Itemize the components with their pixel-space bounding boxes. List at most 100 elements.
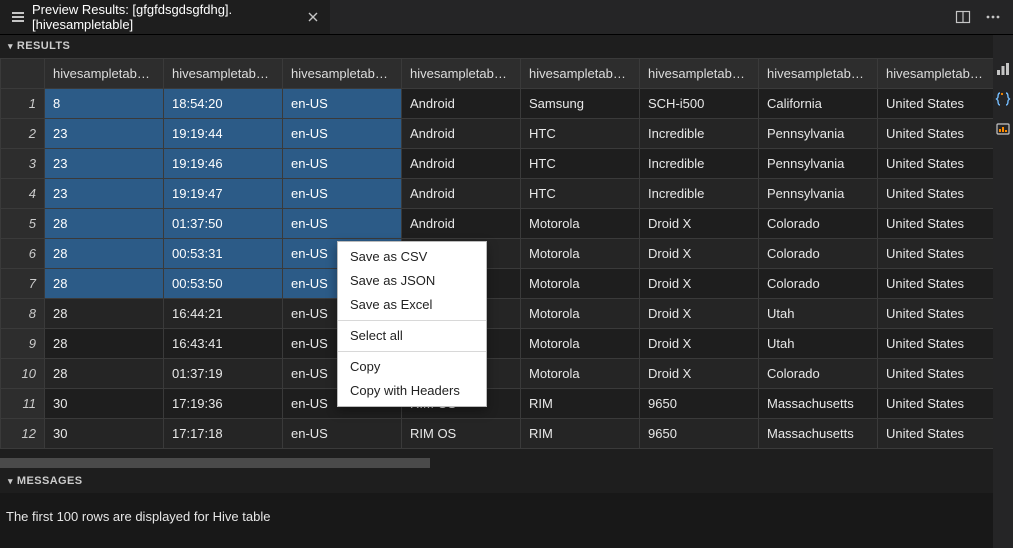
table-row[interactable]: 113017:19:36en-USRIM OSRIM9650Massachuse… [1,389,994,419]
data-cell[interactable]: 01:37:50 [164,209,283,239]
data-cell[interactable]: Motorola [521,209,640,239]
data-cell[interactable]: 8 [45,89,164,119]
data-cell[interactable]: Droid X [640,329,759,359]
data-cell[interactable]: 01:37:19 [164,359,283,389]
data-cell[interactable]: Motorola [521,359,640,389]
data-cell[interactable]: Incredible [640,149,759,179]
data-cell[interactable]: 16:44:21 [164,299,283,329]
data-cell[interactable]: 28 [45,359,164,389]
table-row[interactable]: 1818:54:20en-USAndroidSamsungSCH-i500Cal… [1,89,994,119]
row-number-cell[interactable]: 9 [1,329,45,359]
row-number-cell[interactable]: 3 [1,149,45,179]
data-cell[interactable]: 16:43:41 [164,329,283,359]
data-cell[interactable]: en-US [283,149,402,179]
data-cell[interactable]: 28 [45,269,164,299]
column-header[interactable]: hivesampletab… [759,59,878,89]
data-cell[interactable]: 19:19:46 [164,149,283,179]
column-header[interactable]: hivesampletab… [45,59,164,89]
data-cell[interactable]: Motorola [521,239,640,269]
row-number-cell[interactable]: 7 [1,269,45,299]
data-cell[interactable]: Colorado [759,269,878,299]
column-header[interactable]: hivesampletab… [402,59,521,89]
data-cell[interactable]: Colorado [759,209,878,239]
data-cell[interactable]: Utah [759,329,878,359]
data-cell[interactable]: en-US [283,89,402,119]
table-row[interactable]: 52801:37:50en-USAndroidMotorolaDroid XCo… [1,209,994,239]
data-cell[interactable]: Droid X [640,269,759,299]
column-header[interactable]: hivesampletab… [640,59,759,89]
data-cell[interactable]: United States [878,269,994,299]
chart-viewer-icon[interactable] [993,59,1013,79]
data-cell[interactable]: Droid X [640,239,759,269]
data-cell[interactable]: 00:53:31 [164,239,283,269]
data-cell[interactable]: United States [878,239,994,269]
data-cell[interactable]: Motorola [521,329,640,359]
row-number-cell[interactable]: 1 [1,89,45,119]
data-cell[interactable]: RIM [521,419,640,449]
row-number-cell[interactable]: 11 [1,389,45,419]
data-cell[interactable]: 9650 [640,389,759,419]
data-cell[interactable]: 18:54:20 [164,89,283,119]
context-menu-item[interactable]: Save as Excel [338,293,486,317]
data-cell[interactable]: Android [402,89,521,119]
data-cell[interactable]: 23 [45,119,164,149]
data-cell[interactable]: Massachusetts [759,389,878,419]
data-cell[interactable]: Incredible [640,179,759,209]
column-header[interactable]: hivesampletab… [521,59,640,89]
data-cell[interactable]: 30 [45,389,164,419]
data-cell[interactable]: Android [402,209,521,239]
split-editor-icon[interactable] [955,9,971,25]
data-cell[interactable]: California [759,89,878,119]
table-row[interactable]: 72800:53:50en-USAndroidMotorolaDroid XCo… [1,269,994,299]
data-cell[interactable]: Droid X [640,209,759,239]
table-row[interactable]: 62800:53:31en-USAndroidMotorolaDroid XCo… [1,239,994,269]
json-view-icon[interactable] [993,89,1013,109]
context-menu-item[interactable]: Copy [338,355,486,379]
data-cell[interactable]: Samsung [521,89,640,119]
row-number-cell[interactable]: 5 [1,209,45,239]
data-cell[interactable]: en-US [283,209,402,239]
data-cell[interactable]: 28 [45,329,164,359]
table-row[interactable]: 22319:19:44en-USAndroidHTCIncrediblePenn… [1,119,994,149]
messages-section-header[interactable]: ▾ MESSAGES [0,470,993,493]
context-menu-item[interactable]: Save as JSON [338,269,486,293]
data-cell[interactable]: en-US [283,419,402,449]
row-number-cell[interactable]: 4 [1,179,45,209]
more-actions-icon[interactable] [985,9,1001,25]
column-header[interactable]: hivesampletab… [878,59,994,89]
data-cell[interactable]: United States [878,299,994,329]
data-cell[interactable]: 23 [45,149,164,179]
data-cell[interactable]: Android [402,179,521,209]
data-cell[interactable]: en-US [283,119,402,149]
data-cell[interactable]: United States [878,419,994,449]
row-number-cell[interactable]: 6 [1,239,45,269]
row-number-cell[interactable]: 12 [1,419,45,449]
column-header[interactable]: hivesampletab… [164,59,283,89]
data-cell[interactable]: United States [878,119,994,149]
table-row[interactable]: 102801:37:19en-USAndroidMotorolaDroid XC… [1,359,994,389]
data-cell[interactable]: Droid X [640,359,759,389]
data-cell[interactable]: Motorola [521,299,640,329]
data-cell[interactable]: Utah [759,299,878,329]
data-cell[interactable]: Incredible [640,119,759,149]
data-cell[interactable]: HTC [521,119,640,149]
visualizer-icon[interactable] [993,119,1013,139]
context-menu-item[interactable]: Copy with Headers [338,379,486,403]
close-tab-button[interactable] [306,9,320,25]
data-cell[interactable]: Colorado [759,239,878,269]
data-cell[interactable]: HTC [521,179,640,209]
data-cell[interactable]: Pennsylvania [759,179,878,209]
editor-tab[interactable]: Preview Results: [gfgfdsgdsgfdhg].[hives… [0,0,330,34]
data-cell[interactable]: Android [402,149,521,179]
column-header[interactable]: hivesampletab… [283,59,402,89]
data-cell[interactable]: 17:19:36 [164,389,283,419]
data-cell[interactable]: 9650 [640,419,759,449]
data-cell[interactable]: 23 [45,179,164,209]
context-menu-item[interactable]: Select all [338,324,486,348]
data-cell[interactable]: United States [878,89,994,119]
data-cell[interactable]: 19:19:47 [164,179,283,209]
data-cell[interactable]: 19:19:44 [164,119,283,149]
data-cell[interactable]: HTC [521,149,640,179]
row-number-cell[interactable]: 10 [1,359,45,389]
context-menu-item[interactable]: Save as CSV [338,245,486,269]
